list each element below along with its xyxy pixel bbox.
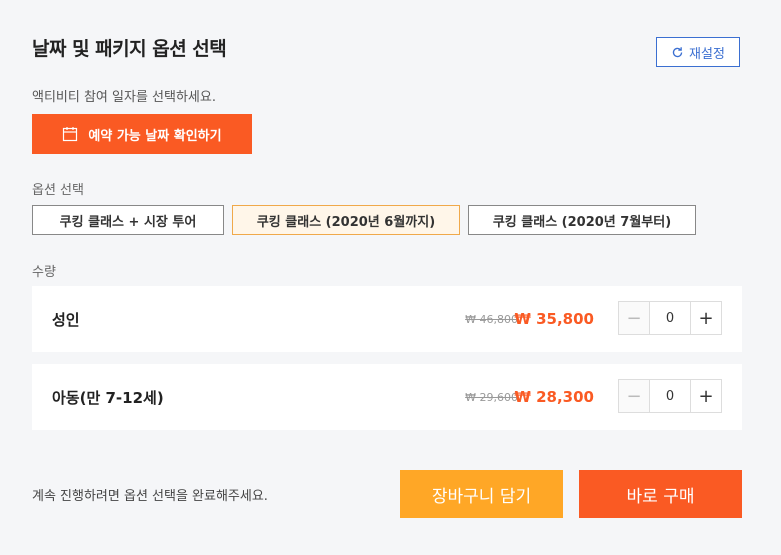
option-cooking-market-tour[interactable]: 쿠킹 클래스 + 시장 투어	[32, 205, 224, 235]
add-to-cart-label: 장바구니 담기	[431, 486, 532, 507]
reset-button-label: 재설정	[689, 46, 725, 62]
ticket-type-name: 성인	[52, 310, 80, 329]
sale-price: ₩ 35,800	[514, 310, 594, 328]
quantity-stepper: − 0 +	[618, 301, 722, 335]
completion-notice: 계속 진행하려면 옵션 선택을 완료해주세요.	[32, 489, 268, 504]
option-cooking-from-july[interactable]: 쿠킹 클래스 (2020년 7월부터)	[468, 205, 696, 235]
decrement-button[interactable]: −	[619, 302, 650, 334]
check-dates-button[interactable]: 예약 가능 날짜 확인하기	[32, 114, 252, 154]
reset-button[interactable]: 재설정	[656, 37, 740, 67]
increment-button[interactable]: +	[690, 302, 721, 334]
original-price: ₩ 29,600	[465, 390, 518, 404]
increment-button[interactable]: +	[690, 380, 721, 412]
option-cooking-until-june[interactable]: 쿠킹 클래스 (2020년 6월까지)	[232, 205, 460, 235]
quantity-value[interactable]: 0	[650, 380, 690, 412]
date-instruction: 액티비티 참여 일자를 선택하세요.	[32, 90, 216, 105]
calendar-icon	[63, 127, 78, 142]
quantity-section-label: 수량	[32, 265, 56, 280]
option-section-label: 옵션 선택	[32, 183, 84, 198]
sale-price: ₩ 28,300	[514, 388, 594, 406]
buy-now-button[interactable]: 바로 구매	[579, 470, 742, 518]
page-title: 날짜 및 패키지 옵션 선택	[32, 38, 227, 60]
add-to-cart-button[interactable]: 장바구니 담기	[400, 470, 563, 518]
option-label: 쿠킹 클래스 (2020년 6월까지)	[256, 214, 436, 230]
quantity-row-child: 아동(만 7-12세) ₩ 29,600 ₩ 28,300 − 0 +	[32, 364, 742, 430]
option-label: 쿠킹 클래스 + 시장 투어	[59, 214, 197, 230]
decrement-button[interactable]: −	[619, 380, 650, 412]
quantity-value[interactable]: 0	[650, 302, 690, 334]
original-price: ₩ 46,800	[465, 312, 518, 326]
buy-now-label: 바로 구매	[626, 486, 695, 507]
ticket-type-name: 아동(만 7-12세)	[52, 388, 164, 407]
refresh-icon	[672, 46, 683, 57]
option-label: 쿠킹 클래스 (2020년 7월부터)	[492, 214, 672, 230]
check-dates-label: 예약 가능 날짜 확인하기	[88, 128, 222, 144]
quantity-row-adult: 성인 ₩ 46,800 ₩ 35,800 − 0 +	[32, 286, 742, 352]
quantity-stepper: − 0 +	[618, 379, 722, 413]
